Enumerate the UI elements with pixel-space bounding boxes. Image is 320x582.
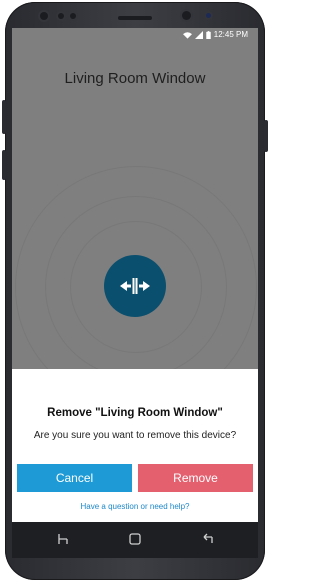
sensor-icon: [206, 13, 211, 18]
window-slider-icon: [120, 278, 150, 294]
cancel-button[interactable]: Cancel: [17, 464, 132, 492]
front-camera-icon: [40, 12, 48, 20]
back-icon[interactable]: [200, 532, 214, 546]
device-control-button[interactable]: [104, 255, 166, 317]
dimmed-background[interactable]: 12:45 PM Living Room Window: [12, 28, 258, 408]
camera-icon: [182, 11, 191, 20]
volume-button: [2, 100, 6, 134]
status-time: 12:45 PM: [213, 30, 248, 39]
help-link[interactable]: Have a question or need help?: [12, 502, 258, 511]
recent-apps-icon[interactable]: [56, 532, 70, 546]
bixby-button: [2, 150, 6, 180]
dialog-title: Remove "Living Room Window": [47, 407, 223, 419]
battery-icon: [206, 30, 211, 39]
top-bezel: [10, 4, 260, 30]
home-icon[interactable]: [128, 532, 142, 546]
dialog-message: Are you sure you want to remove this dev…: [33, 430, 237, 441]
sensor-icon: [58, 13, 64, 19]
device-title: Living Room Window: [64, 70, 206, 87]
wifi-icon: [182, 31, 192, 39]
status-bar: 12:45 PM: [12, 28, 258, 42]
earpiece-speaker: [118, 16, 152, 20]
screen: 12:45 PM Living Room Window Remove "Livi…: [12, 28, 258, 522]
sensor-icon: [70, 13, 76, 19]
signal-icon: [194, 30, 203, 39]
power-button: [264, 120, 268, 152]
remove-button[interactable]: Remove: [138, 464, 253, 492]
navigation-bar: [12, 522, 258, 558]
remove-device-dialog: Remove "Living Room Window" Are you sure…: [12, 369, 258, 522]
